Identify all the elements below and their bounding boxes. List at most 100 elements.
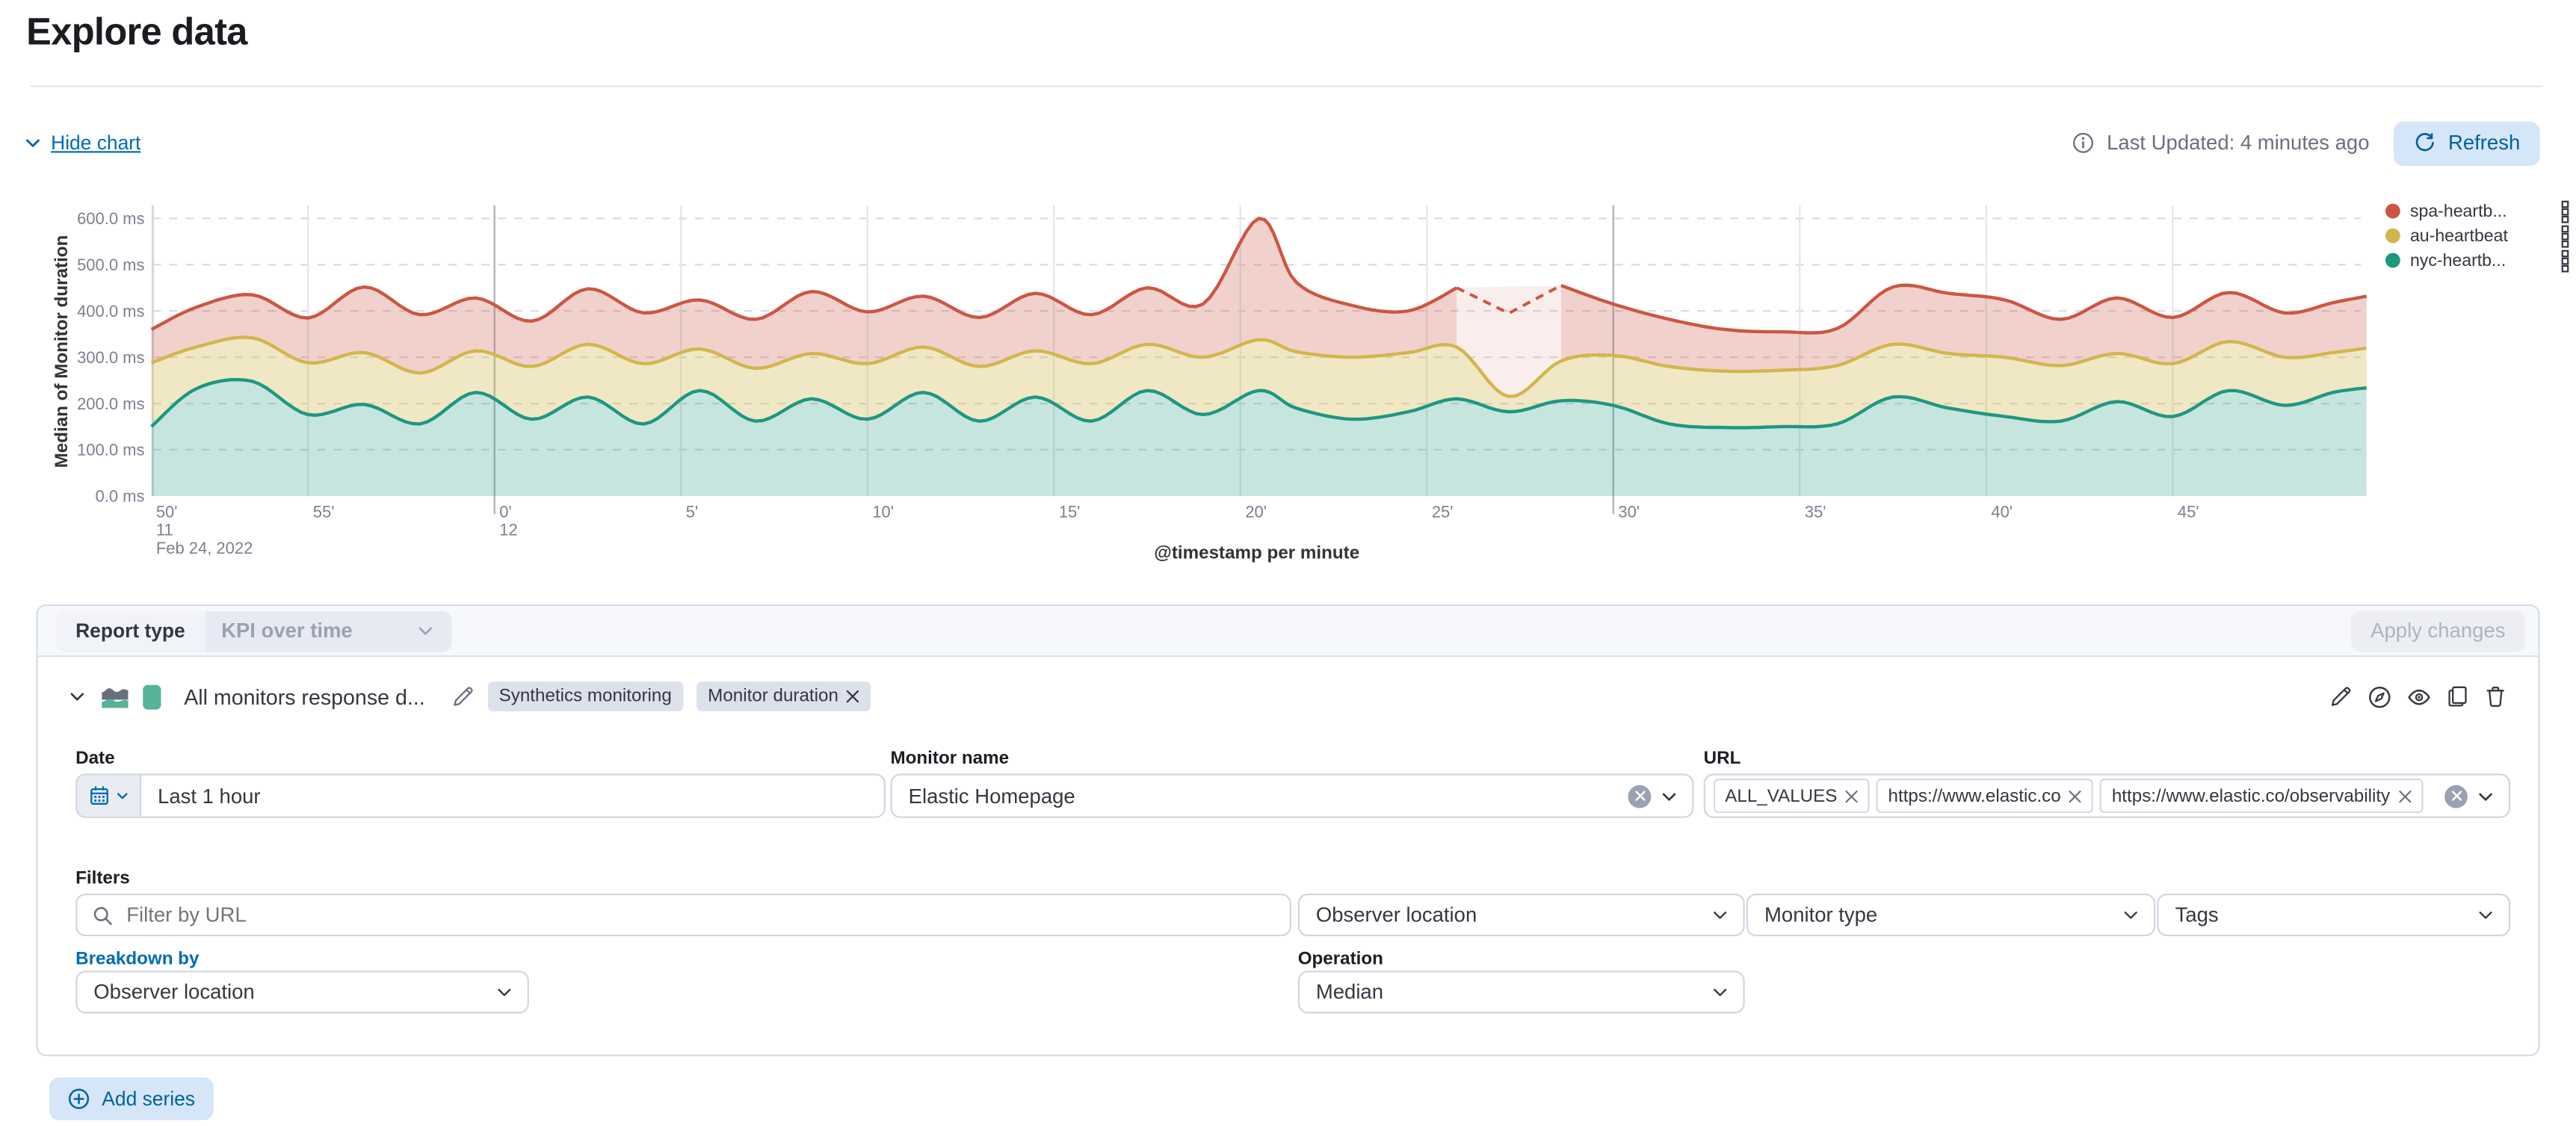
url-combo-field[interactable]: ALL_VALUES https://www.elastic.co https://…: [1704, 773, 2510, 817]
explore-data-page: Explore data Hide chart Last Updated: 4 …: [0, 0, 2576, 1126]
edit-name-pencil-icon[interactable]: [451, 685, 475, 708]
series-panel: All monitors response d... Synthetics mo…: [38, 657, 2539, 1054]
observer-location-filter-dropdown[interactable]: Observer location: [1298, 894, 1745, 936]
legend-actions-icon[interactable]: [2561, 199, 2569, 223]
url-pill-label: https://www.elastic.co: [1888, 786, 2061, 805]
eye-icon[interactable]: [2407, 684, 2432, 709]
chevron-down-icon[interactable]: [1659, 786, 1678, 805]
url-pill: https://www.elastic.co/observability: [2100, 779, 2423, 813]
url-pill-list: ALL_VALUES https://www.elastic.co https://…: [1705, 779, 2444, 813]
refresh-button[interactable]: Refresh: [2394, 121, 2539, 165]
chart-toolbar: Hide chart Last Updated: 4 minutes ago R…: [23, 120, 2540, 166]
legend-color-dot: [2385, 229, 2400, 244]
chevron-down-icon: [114, 788, 129, 803]
url-pill: ALL_VALUES: [1714, 779, 1870, 813]
refresh-icon: [2414, 132, 2437, 155]
filter-search-input[interactable]: [114, 903, 1290, 927]
breakdown-by-value: Observer location: [77, 980, 527, 1003]
report-type-control[interactable]: Report type KPI over time: [56, 610, 451, 652]
apply-changes-button[interactable]: Apply changes: [2351, 610, 2525, 652]
series-color-swatch: [143, 684, 161, 709]
date-value[interactable]: Last 1 hour: [141, 785, 884, 808]
svg-text:600.0 ms: 600.0 ms: [77, 209, 144, 228]
series-header: All monitors response d... Synthetics mo…: [67, 678, 871, 714]
hide-chart-link[interactable]: Hide chart: [51, 132, 140, 155]
url-pill-label: ALL_VALUES: [1725, 786, 1837, 805]
page-title: Explore data: [26, 10, 247, 54]
svg-text:25': 25': [1432, 502, 1454, 521]
chevron-down-icon: [2476, 905, 2495, 924]
monitor-name-value[interactable]: Elastic Homepage: [892, 785, 1628, 808]
remove-pill-x-icon[interactable]: [2069, 789, 2083, 802]
dropdown-value: Tags: [2159, 903, 2509, 927]
operation-label: Operation: [1298, 950, 1383, 969]
edit-pencil-icon[interactable]: [2329, 685, 2353, 708]
operation-value: Median: [1300, 980, 1743, 1003]
y-axis-title: Median of Monitor duration: [52, 212, 72, 492]
svg-text:12: 12: [499, 521, 517, 539]
hide-chart-toggle[interactable]: Hide chart: [23, 132, 141, 155]
dropdown-value: Monitor type: [1748, 903, 2154, 927]
metric-badge-label: Monitor duration: [708, 687, 838, 706]
date-label: Date: [75, 749, 114, 768]
svg-text:50': 50': [156, 502, 178, 521]
svg-text:100.0 ms: 100.0 ms: [77, 441, 144, 460]
explore-compass-icon[interactable]: [2367, 684, 2392, 709]
chart-area: 0.0 ms100.0 ms200.0 ms300.0 ms400.0 ms50…: [0, 184, 2576, 578]
report-type-value: KPI over time: [221, 619, 353, 643]
url-pill: https://www.elastic.co: [1877, 779, 2094, 813]
url-pill-label: https://www.elastic.co/observability: [2112, 786, 2390, 805]
legend-color-dot: [2385, 253, 2400, 268]
remove-pill-x-icon[interactable]: [2398, 789, 2412, 802]
toolbar-right: Last Updated: 4 minutes ago Refresh: [2072, 121, 2540, 165]
plus-in-circle-icon: [67, 1087, 90, 1110]
chart-legend: spa-heartb... au-heartbeat nyc-heartb...: [2385, 199, 2569, 273]
legend-actions-icon[interactable]: [2561, 224, 2569, 247]
svg-text:10': 10': [872, 502, 894, 521]
svg-text:200.0 ms: 200.0 ms: [77, 395, 144, 413]
tags-filter-dropdown[interactable]: Tags: [2157, 894, 2510, 936]
date-quick-select-button[interactable]: [77, 776, 141, 817]
add-series-label: Add series: [102, 1087, 195, 1110]
operation-dropdown[interactable]: Median: [1298, 971, 1745, 1013]
report-type-select[interactable]: KPI over time: [205, 610, 451, 652]
date-picker-field[interactable]: Last 1 hour: [75, 773, 886, 817]
legend-actions-icon[interactable]: [2561, 249, 2569, 272]
chevron-down-icon: [1710, 905, 1729, 924]
clear-selection-icon[interactable]: [1628, 785, 1652, 808]
legend-color-dot: [2385, 204, 2400, 219]
legend-label: au-heartbeat: [2410, 226, 2551, 245]
remove-metric-x-icon[interactable]: [847, 690, 860, 703]
header-divider: [30, 85, 2543, 87]
legend-label: spa-heartb...: [2410, 201, 2551, 220]
remove-pill-x-icon[interactable]: [1845, 789, 1859, 802]
svg-text:20': 20': [1245, 502, 1267, 521]
report-type-badge: Synthetics monitoring: [487, 681, 683, 711]
last-updated-text: Last Updated: 4 minutes ago: [2107, 132, 2369, 155]
monitor-name-label: Monitor name: [891, 749, 1010, 768]
svg-text:15': 15': [1059, 502, 1081, 521]
clear-selection-icon[interactable]: [2444, 785, 2468, 808]
legend-item[interactable]: spa-heartb...: [2385, 199, 2569, 223]
delete-trash-icon[interactable]: [2484, 685, 2507, 708]
filter-search-field[interactable]: [75, 894, 1291, 936]
chevron-down-icon: [23, 133, 43, 152]
chevron-down-icon: [2121, 905, 2140, 924]
chevron-down-icon[interactable]: [67, 687, 87, 706]
svg-text:500.0 ms: 500.0 ms: [77, 256, 144, 274]
breakdown-by-dropdown[interactable]: Observer location: [75, 971, 529, 1013]
duplicate-copy-icon[interactable]: [2446, 685, 2469, 708]
duration-area-chart[interactable]: 0.0 ms100.0 ms200.0 ms300.0 ms400.0 ms50…: [0, 184, 2576, 578]
legend-item[interactable]: au-heartbeat: [2385, 223, 2569, 248]
legend-item[interactable]: nyc-heartb...: [2385, 248, 2569, 273]
monitor-name-field[interactable]: Elastic Homepage: [891, 773, 1694, 817]
svg-text:35': 35': [1805, 502, 1826, 521]
report-type-label: Report type: [56, 610, 205, 652]
chevron-down-icon[interactable]: [2476, 786, 2495, 805]
monitor-type-filter-dropdown[interactable]: Monitor type: [1746, 894, 2155, 936]
chevron-down-icon: [495, 983, 514, 1002]
add-series-button[interactable]: Add series: [49, 1077, 213, 1120]
chevron-down-icon: [1710, 983, 1729, 1002]
series-editor: Report type KPI over time Apply changes: [36, 604, 2539, 1057]
calendar-icon: [88, 785, 110, 807]
